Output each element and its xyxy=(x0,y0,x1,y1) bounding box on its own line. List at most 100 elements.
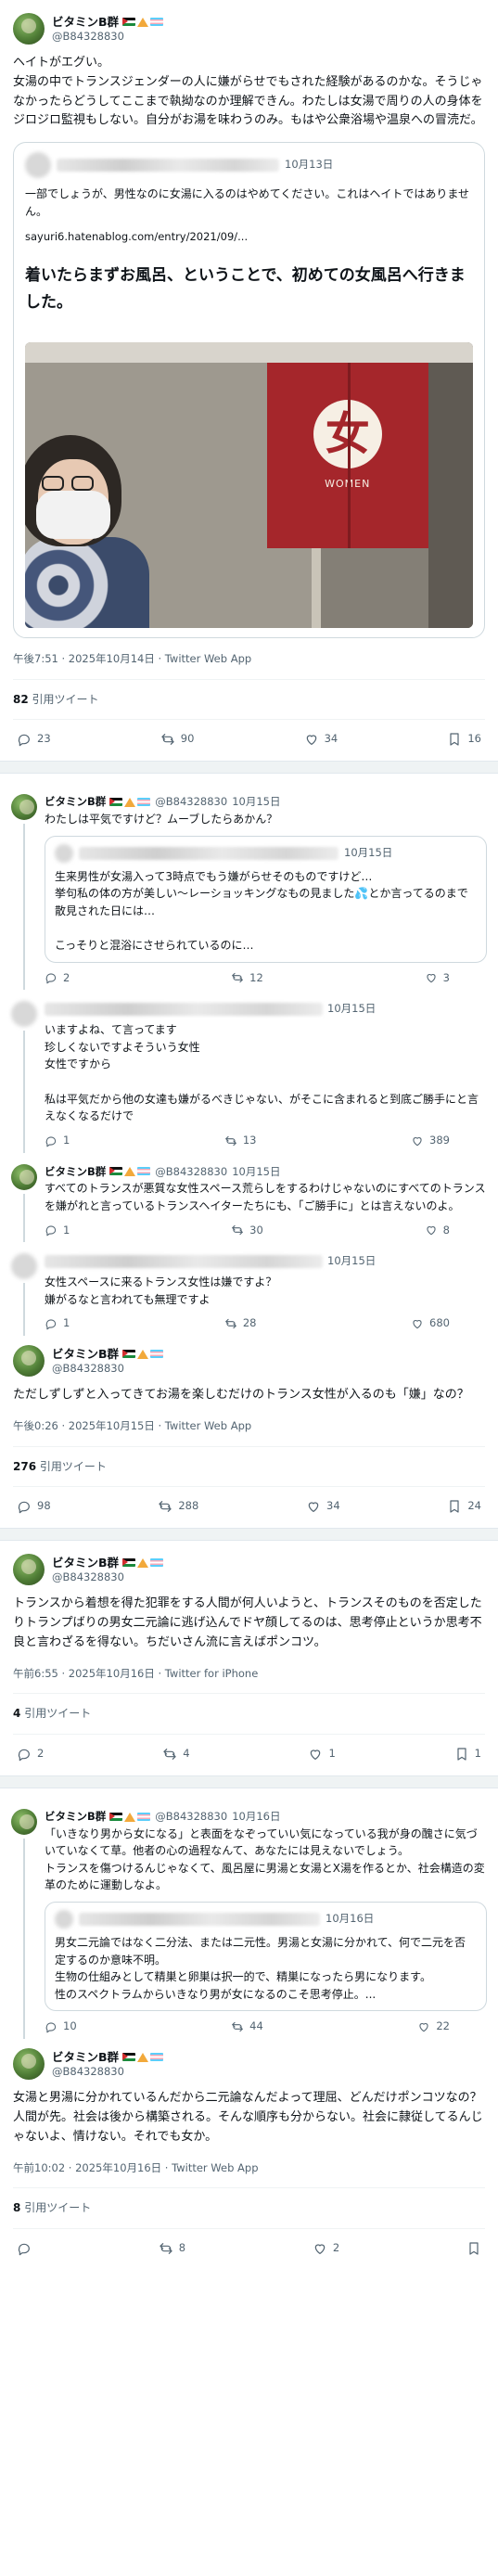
avatar[interactable] xyxy=(13,2048,45,2081)
post-date: 10月15日 xyxy=(232,795,281,809)
user-handle[interactable]: @B84328830 xyxy=(155,1164,227,1181)
quoted-link[interactable]: sayuri6.hatenablog.com/entry/2021/09/... xyxy=(25,229,473,246)
like-button[interactable]: 680 xyxy=(411,1315,450,1332)
warning-triangle-icon xyxy=(124,1167,136,1177)
retweet-button[interactable]: 8 xyxy=(159,2240,185,2257)
like-button[interactable]: 389 xyxy=(411,1133,450,1149)
avatar[interactable] xyxy=(11,794,37,821)
quoted-date: 10月16日 xyxy=(326,1912,375,1926)
user-handle[interactable]: @B84328830 xyxy=(52,1362,163,1375)
reply-button[interactable]: 2 xyxy=(45,970,70,987)
display-name[interactable]: ビタミンB群 xyxy=(45,1809,151,1826)
post-date: 10月16日 xyxy=(232,1809,281,1823)
heart-icon xyxy=(411,1317,424,1330)
retweet-button[interactable]: 12 xyxy=(231,970,263,987)
bookmark-button[interactable] xyxy=(466,2240,481,2257)
redacted-name xyxy=(57,159,279,173)
user-handle[interactable]: @B84328830 xyxy=(155,1809,227,1826)
thread-item-other[interactable]: 10月15日 いますよね、て言ってます 珍しくないですよそういう女性 女性ですか… xyxy=(0,993,498,1156)
user-handle[interactable]: @B84328830 xyxy=(155,794,227,811)
retweet-button[interactable]: 4 xyxy=(162,1746,190,1762)
separator xyxy=(0,761,498,775)
avatar[interactable] xyxy=(11,1808,37,1835)
warning-triangle-icon xyxy=(137,2053,149,2062)
tweet-meta: 午前6:55 · 2025年10月16日 · Twitter for iPhon… xyxy=(13,1666,485,1695)
reply-button[interactable]: 23 xyxy=(17,731,51,748)
thread-item-self[interactable]: ビタミンB群 @B84328830 10月16日 「いきなり男から女になる」と表… xyxy=(0,1801,498,2043)
retweet-button[interactable]: 288 xyxy=(158,1498,198,1515)
retweet-button[interactable]: 30 xyxy=(231,1223,263,1239)
blog-title: 着いたらまずお風呂、ということで、初めての女風呂へ行きました。 xyxy=(25,266,466,313)
avatar[interactable] xyxy=(13,1554,45,1586)
like-button[interactable]: 34 xyxy=(306,1498,340,1515)
quote-count[interactable]: 8 引用ツイート xyxy=(13,2188,485,2229)
retweet-icon xyxy=(160,732,175,747)
tweet-header: ビタミンB群 @B84328830 xyxy=(13,1554,485,1586)
reply-button[interactable]: 10 xyxy=(45,2019,77,2035)
retweet-button[interactable]: 13 xyxy=(224,1133,257,1149)
action-bar: 1 13 389 xyxy=(45,1125,487,1153)
warning-triangle-icon xyxy=(137,1350,149,1359)
bookmark-button[interactable]: 1 xyxy=(454,1746,481,1762)
thread-item-self[interactable]: ビタミンB群 @B84328830 10月15日 わたしは平気ですけど？ムーブし… xyxy=(0,787,498,993)
display-name[interactable]: ビタミンB群 xyxy=(52,1556,164,1570)
trans-flag-icon xyxy=(137,1167,151,1176)
user-handle[interactable]: @B84328830 xyxy=(52,30,163,43)
trans-flag-icon xyxy=(150,1558,164,1568)
like-button[interactable]: 8 xyxy=(425,1223,450,1239)
like-button[interactable]: 34 xyxy=(304,731,338,748)
reply-button[interactable]: 1 xyxy=(45,1133,70,1149)
retweet-button[interactable]: 44 xyxy=(231,2019,263,2035)
like-button[interactable]: 2 xyxy=(313,2240,339,2257)
quoted-tweet[interactable]: 10月15日 生来男性が女湯入って3時点でもう嫌がらせそのものですけど… 挙句私… xyxy=(45,835,487,963)
bookmark-icon xyxy=(447,732,462,747)
reply-text: 女性スペースに来るトランス女性は嫌ですよ？ 嫌がるなと言われても無理ですよ xyxy=(45,1275,277,1306)
retweet-button[interactable]: 28 xyxy=(224,1315,257,1332)
user-handle[interactable]: @B84328830 xyxy=(52,2065,163,2078)
tweet-header: ビタミンB群 @B84328830 xyxy=(13,2048,485,2081)
thread-item-self[interactable]: ビタミンB群 @B84328830 10月15日 すべてのトランスが悪質な女性ス… xyxy=(0,1157,498,1247)
avatar[interactable] xyxy=(13,1345,45,1378)
reply-button[interactable]: 1 xyxy=(45,1315,70,1332)
tweet-header: ビタミンB群 @B84328830 xyxy=(13,1345,485,1378)
quote-count[interactable]: 276 引用ツイート xyxy=(13,1447,485,1488)
retweet-button[interactable]: 90 xyxy=(160,731,194,748)
reply-button[interactable]: 2 xyxy=(17,1746,44,1762)
thread-item-other[interactable]: 10月15日 女性スペースに来るトランス女性は嫌ですよ？ 嫌がるなと言われても無… xyxy=(0,1246,498,1339)
reply-button[interactable] xyxy=(17,2240,32,2257)
display-name[interactable]: ビタミンB群 xyxy=(52,1347,164,1362)
tweet-text: 女湯と男湯に分かれているんだから二元論なんだよって理屈、どんだけポンコツなの？ … xyxy=(13,2091,494,2144)
quoted-tweet[interactable]: 10月16日 男女二元論ではなく二分法、または二元性。男湯と女湯に分かれて、何で… xyxy=(45,1902,487,2012)
reply-icon xyxy=(45,1224,57,1237)
heart-icon xyxy=(306,1499,321,1514)
display-name[interactable]: ビタミンB群 xyxy=(45,794,151,811)
quoted-date: 10月13日 xyxy=(285,158,334,172)
display-name[interactable]: ビタミンB群 xyxy=(52,2050,164,2065)
palestine-flag-icon xyxy=(109,1812,123,1821)
quote-count[interactable]: 82 引用ツイート xyxy=(13,680,485,721)
trans-flag-icon xyxy=(150,2053,164,2061)
avatar[interactable] xyxy=(11,1163,37,1190)
like-button[interactable]: 1 xyxy=(308,1746,336,1762)
palestine-flag-icon xyxy=(122,17,136,26)
tweet-4: ビタミンB群 @B84328830 10月16日 「いきなり男から女になる」と表… xyxy=(0,1788,498,2270)
reply-button[interactable]: 1 xyxy=(45,1223,70,1239)
display-name[interactable]: ビタミンB群 xyxy=(45,1164,151,1181)
avatar[interactable] xyxy=(13,13,45,45)
reply-text: わたしは平気ですけど？ムーブしたらあかん？ xyxy=(45,813,278,826)
bookmark-icon xyxy=(447,1499,462,1514)
like-button[interactable]: 22 xyxy=(417,2019,450,2035)
trans-flag-icon xyxy=(137,798,151,807)
quoted-tweet[interactable]: 10月13日 一部でしょうが、男性なのに女湯に入るのはやめてください。これはヘイ… xyxy=(13,142,485,638)
user-handle[interactable]: @B84328830 xyxy=(52,1570,163,1583)
bookmark-button[interactable]: 16 xyxy=(447,731,481,748)
reply-button[interactable]: 98 xyxy=(17,1498,51,1515)
like-button[interactable]: 3 xyxy=(425,970,450,987)
avatar[interactable] xyxy=(11,1253,37,1280)
bookmark-button[interactable]: 24 xyxy=(447,1498,481,1515)
avatar[interactable] xyxy=(11,1001,37,1028)
quote-count[interactable]: 4 引用ツイート xyxy=(13,1694,485,1735)
display-name[interactable]: ビタミンB群 xyxy=(52,15,164,30)
bath-entrance-photo[interactable]: 女 WOMEN xyxy=(25,341,473,628)
quoted-text: 生来男性が女湯入って3時点でもう嫌がらせそのものですけど… 挙句私の体の方が美し… xyxy=(55,869,468,952)
